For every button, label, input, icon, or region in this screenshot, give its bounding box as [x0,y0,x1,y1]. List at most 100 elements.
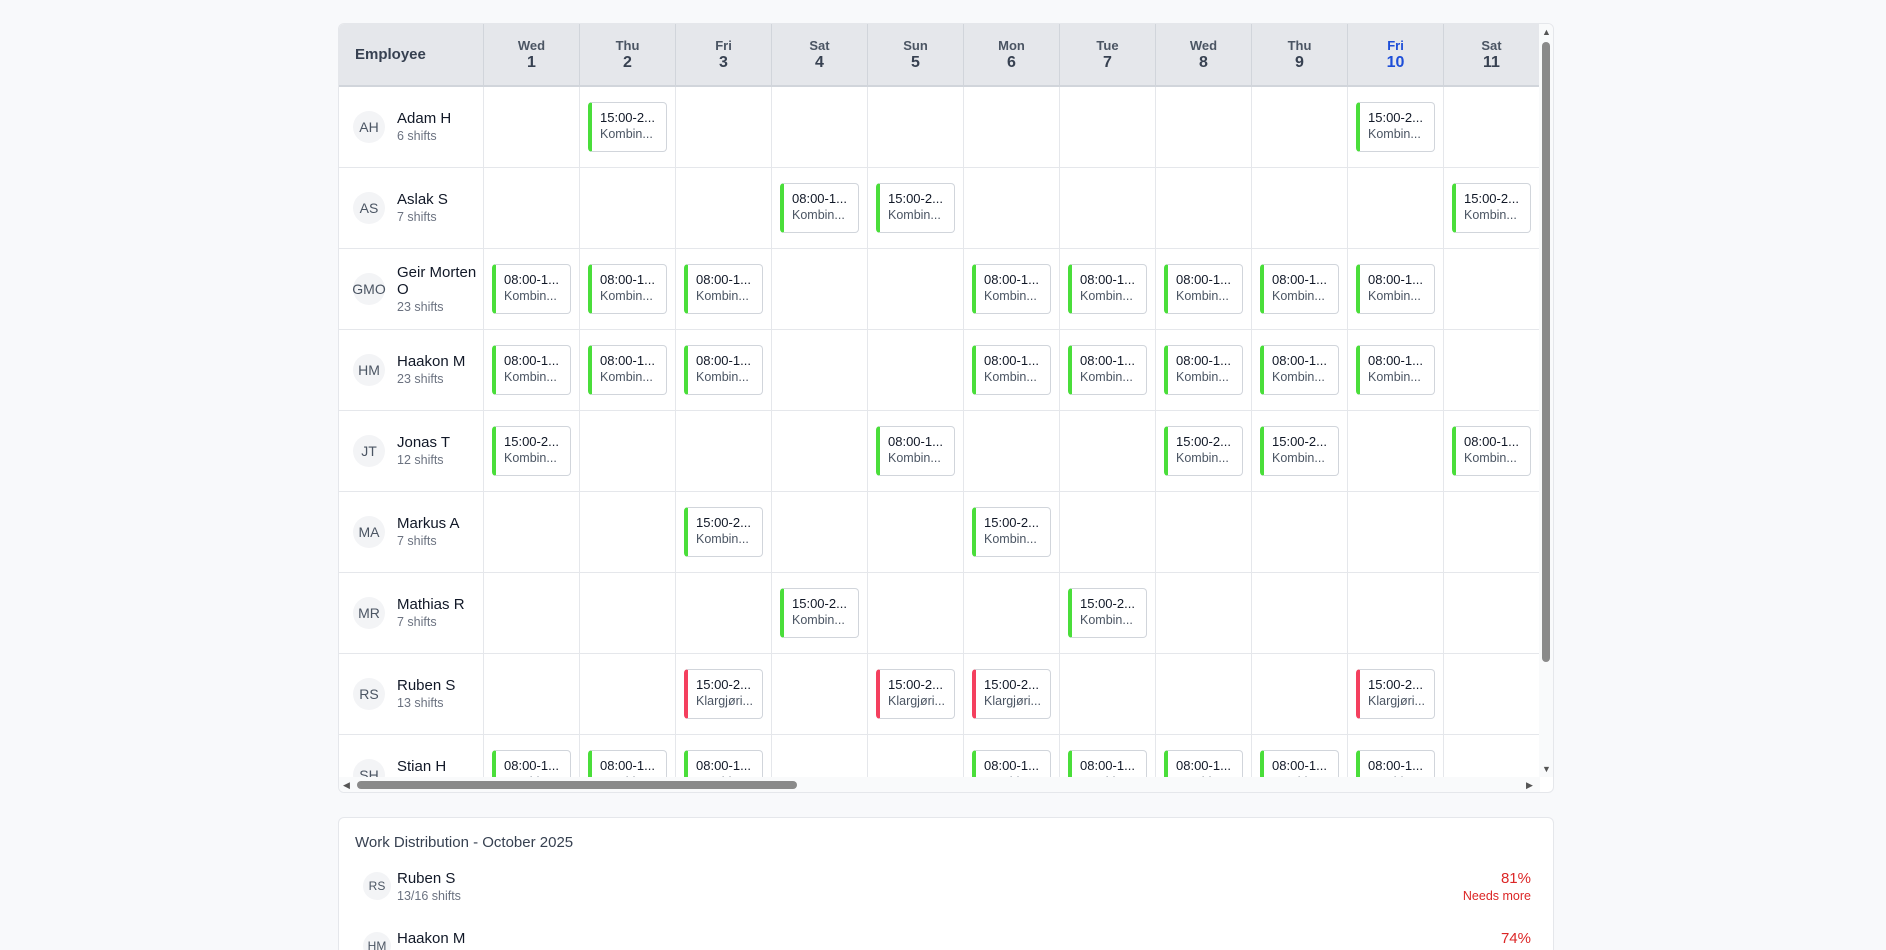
day-cell[interactable]: 15:00-2... Kombin... [1443,167,1540,249]
day-cell[interactable]: 08:00-1...Kombin... [1155,248,1252,330]
day-cell[interactable]: 08:00-1...Kombin... [1059,329,1156,411]
day-cell[interactable]: 08:00-1...Kombin... [579,329,676,411]
day-cell[interactable] [483,653,580,735]
day-cell[interactable] [1059,410,1156,492]
day-cell[interactable] [1251,86,1348,168]
scroll-left-icon[interactable]: ◀ [343,780,350,790]
day-cell[interactable]: 08:00-1...Kombin... [1251,329,1348,411]
day-cell[interactable]: 15:00-2... Kombin... [1155,410,1252,492]
day-cell[interactable] [1443,572,1540,654]
shift-card[interactable]: 08:00-1...Kombin... [588,749,667,777]
day-cell[interactable] [963,167,1060,249]
day-cell[interactable]: 15:00-2... Kombin... [963,491,1060,573]
shift-card[interactable]: 15:00-2... Kombin... [780,587,859,638]
scroll-down-icon[interactable]: ▼ [1542,764,1551,774]
shift-card[interactable]: 15:00-2... Kombin... [1164,425,1243,476]
day-cell[interactable] [1059,491,1156,573]
shift-card[interactable]: 08:00-1...Kombin... [588,344,667,395]
day-cell[interactable] [1443,491,1540,573]
day-cell[interactable] [1155,572,1252,654]
day-cell[interactable]: 15:00-2... Kombin... [1347,86,1444,168]
day-cell[interactable]: 15:00-2... Kombin... [867,167,964,249]
day-cell[interactable] [1155,653,1252,735]
day-cell[interactable] [675,410,772,492]
shift-card[interactable]: 15:00-2... Kombin... [1260,425,1339,476]
day-cell[interactable] [1347,410,1444,492]
shift-card[interactable]: 15:00-2... Kombin... [1068,587,1147,638]
shift-card[interactable]: 08:00-1...Kombin... [780,182,859,233]
shift-card[interactable]: 15:00-2... Klargjøri... [684,668,763,719]
shift-card[interactable]: 08:00-1...Kombin... [684,344,763,395]
shift-card[interactable]: 08:00-1...Kombin... [1260,344,1339,395]
shift-card[interactable]: 08:00-1...Kombin... [972,749,1051,777]
day-cell[interactable]: 08:00-1...Kombin... [1251,248,1348,330]
day-cell[interactable] [771,653,868,735]
shift-card[interactable]: 08:00-1...Kombin... [1356,749,1435,777]
day-cell[interactable]: 08:00-1...Kombin... [963,248,1060,330]
day-cell[interactable]: 08:00-1...Kombin... [1155,329,1252,411]
day-cell[interactable] [1443,248,1540,330]
day-cell[interactable]: 08:00-1...Kombin... [1443,410,1540,492]
day-cell[interactable]: 15:00-2... Kombin... [579,86,676,168]
day-cell[interactable] [1059,653,1156,735]
day-cell[interactable] [483,167,580,249]
day-cell[interactable] [1155,491,1252,573]
shift-card[interactable]: 08:00-1...Kombin... [588,263,667,314]
shift-card[interactable]: 08:00-1...Kombin... [492,344,571,395]
horizontal-scroll-thumb[interactable] [357,781,797,789]
day-cell[interactable]: 15:00-2... Klargjøri... [963,653,1060,735]
day-cell[interactable]: 08:00-1...Kombin... [1059,248,1156,330]
shift-card[interactable]: 08:00-1...Kombin... [492,263,571,314]
day-cell[interactable] [579,491,676,573]
day-cell[interactable] [579,167,676,249]
day-cell[interactable] [1443,329,1540,411]
shift-card[interactable]: 15:00-2... Kombin... [588,101,667,152]
day-cell[interactable] [579,653,676,735]
shift-card[interactable]: 15:00-2... Kombin... [1356,101,1435,152]
vertical-scroll-thumb[interactable] [1542,42,1550,662]
day-cell[interactable] [1155,167,1252,249]
day-cell[interactable]: 15:00-2... Kombin... [675,491,772,573]
shift-card[interactable]: 08:00-1...Kombin... [492,749,571,777]
day-cell[interactable] [867,248,964,330]
day-cell[interactable] [1347,491,1444,573]
day-cell[interactable] [771,248,868,330]
day-cell[interactable] [963,572,1060,654]
day-cell[interactable] [1347,572,1444,654]
shift-card[interactable]: 15:00-2... Kombin... [876,182,955,233]
shift-card[interactable]: 15:00-2... Kombin... [684,506,763,557]
day-cell[interactable]: 08:00-1...Kombin... [483,248,580,330]
shift-card[interactable]: 08:00-1...Kombin... [1260,263,1339,314]
shift-card[interactable]: 08:00-1...Kombin... [684,749,763,777]
shift-card[interactable]: 15:00-2... Klargjøri... [1356,668,1435,719]
day-cell[interactable]: 15:00-2... Kombin... [1059,572,1156,654]
day-cell[interactable] [963,410,1060,492]
day-cell[interactable]: 08:00-1...Kombin... [483,734,580,777]
day-cell[interactable]: 08:00-1...Kombin... [963,734,1060,777]
day-cell[interactable]: 08:00-1...Kombin... [771,167,868,249]
shift-card[interactable]: 08:00-1...Kombin... [1068,263,1147,314]
day-cell[interactable]: 08:00-1...Kombin... [1251,734,1348,777]
day-cell[interactable] [1251,167,1348,249]
day-cell[interactable] [1251,572,1348,654]
day-cell[interactable]: 08:00-1...Kombin... [675,734,772,777]
day-cell[interactable] [867,572,964,654]
horizontal-scrollbar[interactable]: ◀ ▶ [339,777,1540,792]
scroll-right-icon[interactable]: ▶ [1526,780,1533,790]
day-cell[interactable]: 15:00-2... Klargjøri... [1347,653,1444,735]
day-cell[interactable]: 08:00-1...Kombin... [1347,734,1444,777]
day-cell[interactable] [771,734,868,777]
day-cell[interactable] [1059,86,1156,168]
day-cell[interactable]: 08:00-1...Kombin... [867,410,964,492]
day-cell[interactable]: 08:00-1...Kombin... [579,734,676,777]
shift-card[interactable]: 08:00-1...Kombin... [1452,425,1531,476]
shift-card[interactable]: 08:00-1...Kombin... [1356,263,1435,314]
day-cell[interactable]: 15:00-2... Kombin... [771,572,868,654]
day-cell[interactable] [579,572,676,654]
shift-card[interactable]: 08:00-1...Kombin... [972,263,1051,314]
day-cell[interactable] [675,86,772,168]
shift-card[interactable]: 08:00-1...Kombin... [1068,344,1147,395]
scroll-up-icon[interactable]: ▲ [1542,27,1551,37]
day-cell[interactable] [483,572,580,654]
day-cell[interactable] [675,167,772,249]
